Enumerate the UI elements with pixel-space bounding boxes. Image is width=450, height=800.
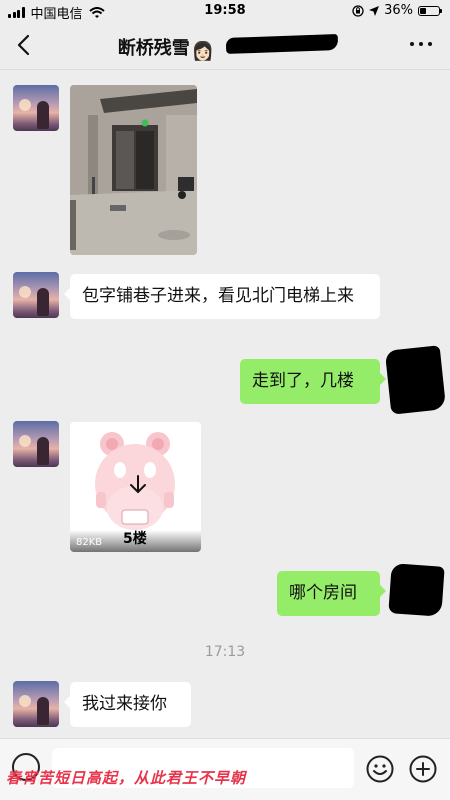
battery-icon bbox=[418, 5, 442, 16]
status-right: 36% bbox=[352, 3, 442, 18]
more-icon[interactable] bbox=[410, 42, 432, 46]
redacted-avatar bbox=[388, 563, 445, 617]
image-message[interactable] bbox=[70, 85, 197, 255]
message-bubble-incoming[interactable]: 包字铺巷子进来，看见北门电梯上来 bbox=[64, 274, 380, 319]
watermark-caption: 春宵苦短日高起，从此君王不早朝 bbox=[6, 769, 247, 787]
redacted-avatar bbox=[384, 345, 447, 415]
battery-percent: 36% bbox=[384, 3, 413, 18]
file-size-label: 82KB bbox=[76, 537, 103, 548]
status-bar: 中国电信 19:58 36% bbox=[0, 0, 450, 22]
contact-avatar[interactable] bbox=[13, 272, 59, 318]
download-icon[interactable] bbox=[125, 472, 151, 498]
contact-avatar[interactable] bbox=[13, 85, 59, 131]
chat-header: 断桥残雪 👩🏻 bbox=[0, 22, 450, 70]
message-bubble-outgoing[interactable]: 走到了，几楼 bbox=[240, 359, 386, 404]
contact-avatar[interactable] bbox=[13, 421, 59, 467]
location-icon bbox=[369, 5, 380, 16]
contact-avatar[interactable] bbox=[13, 681, 59, 727]
woman-emoji: 👩🏻 bbox=[191, 41, 215, 62]
contact-name: 断桥残雪 bbox=[117, 38, 190, 59]
message-bubble-outgoing[interactable]: 哪个房间 bbox=[277, 571, 386, 616]
battery-fill bbox=[420, 7, 426, 14]
chat-title: 断桥残雪 👩🏻 bbox=[0, 34, 450, 62]
lock-rotation-icon bbox=[352, 4, 364, 17]
photo-image bbox=[70, 85, 197, 255]
plus-icon[interactable] bbox=[409, 755, 437, 783]
sticker-message[interactable]: 5楼 82KB bbox=[70, 422, 201, 552]
message-bubble-incoming[interactable]: 我过来接你 bbox=[64, 682, 191, 727]
chat-timestamp: 17:13 bbox=[204, 644, 246, 660]
emoji-icon[interactable] bbox=[366, 755, 394, 783]
